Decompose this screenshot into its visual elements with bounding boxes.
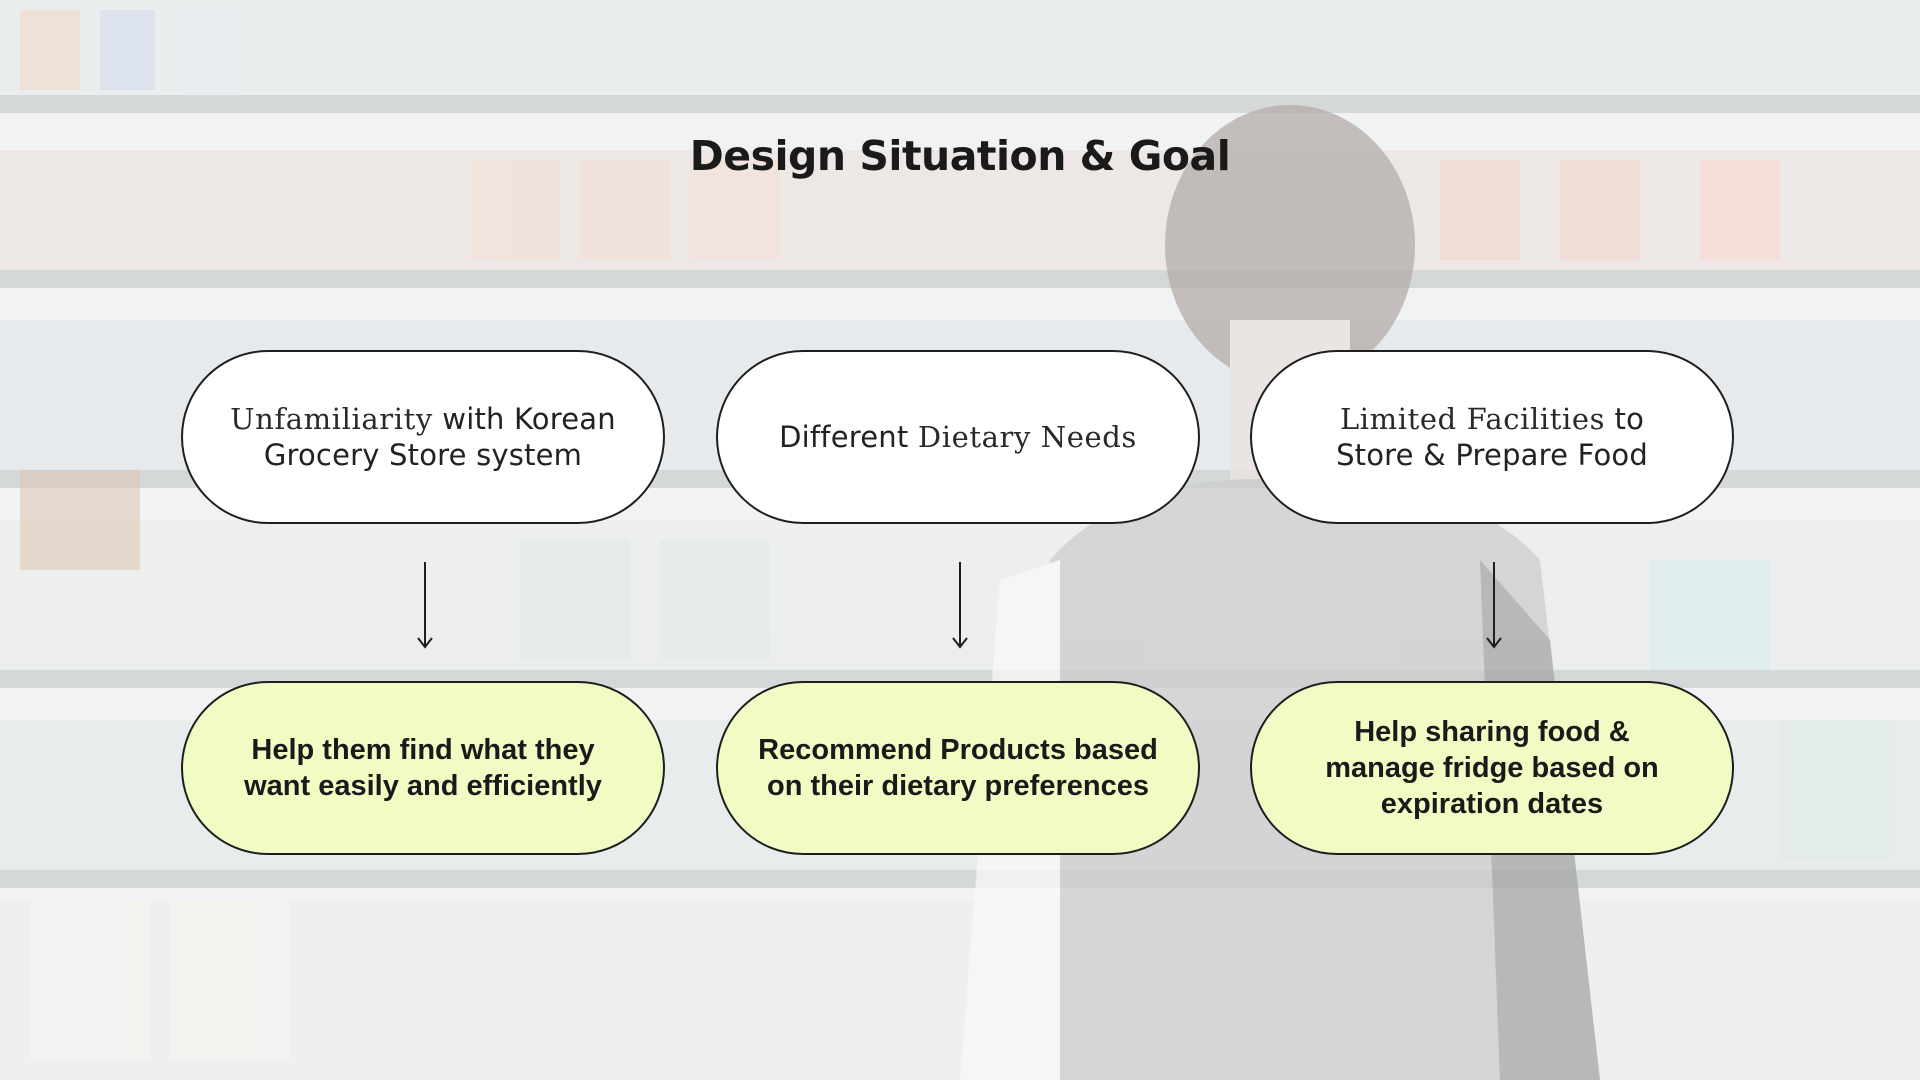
down-arrow-icon [1486, 562, 1502, 649]
goal-pill-3: Help sharing food & manage fridge based o… [1250, 681, 1734, 855]
situation-pill-2: Different Dietary Needs [716, 350, 1200, 524]
page-title: Design Situation & Goal [689, 132, 1231, 180]
situation-pill-1: Unfamiliarity with Korean Grocery Store s… [181, 350, 665, 524]
goal-pill-2: Recommend Products based on their dietary… [716, 681, 1200, 855]
situation-text-3: Limited Facilities to Store & Prepare Foo… [1336, 402, 1648, 472]
situation-text-1: Unfamiliarity with Korean Grocery Store s… [230, 402, 616, 472]
situation-text-2: Different Dietary Needs [779, 420, 1137, 454]
goal-text-3: Help sharing food & manage fridge based o… [1325, 716, 1659, 820]
situation-pill-3: Limited Facilities to Store & Prepare Foo… [1250, 350, 1734, 524]
goal-text-2: Recommend Products based on their dietary… [758, 734, 1158, 802]
down-arrow-icon [417, 562, 433, 649]
goal-pill-1: Help them find what they want easily and … [181, 681, 665, 855]
down-arrow-icon [952, 562, 968, 649]
goal-text-1: Help them find what they want easily and … [244, 734, 602, 802]
